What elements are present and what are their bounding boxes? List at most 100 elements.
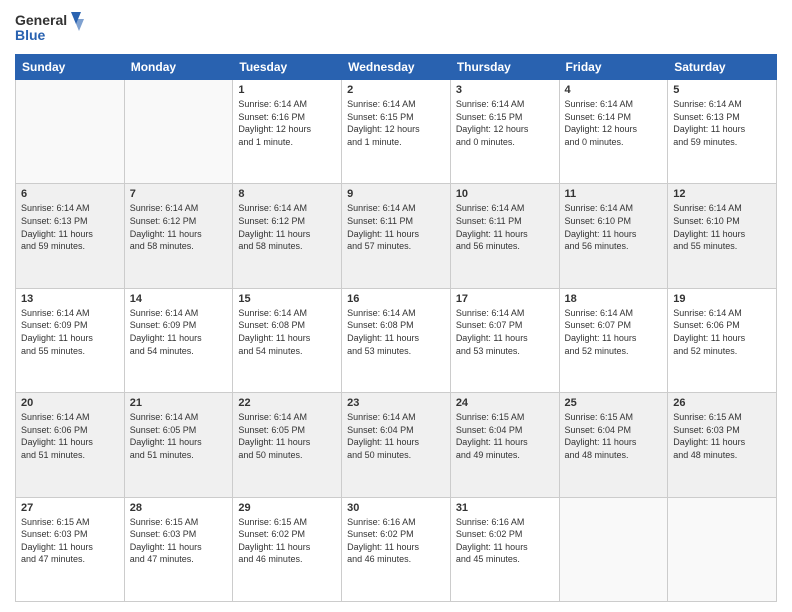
day-number: 3: [456, 84, 554, 96]
day-info: Sunrise: 6:14 AM Sunset: 6:08 PM Dayligh…: [347, 307, 445, 357]
day-header-saturday: Saturday: [668, 55, 777, 80]
day-info: Sunrise: 6:15 AM Sunset: 6:02 PM Dayligh…: [238, 516, 336, 566]
day-info: Sunrise: 6:14 AM Sunset: 6:07 PM Dayligh…: [565, 307, 663, 357]
day-info: Sunrise: 6:14 AM Sunset: 6:13 PM Dayligh…: [673, 98, 771, 148]
day-number: 2: [347, 84, 445, 96]
logo: General Blue: [15, 10, 85, 48]
day-info: Sunrise: 6:14 AM Sunset: 6:12 PM Dayligh…: [130, 202, 228, 252]
calendar-cell: 7 Sunrise: 6:14 AM Sunset: 6:12 PM Daylig…: [124, 184, 233, 288]
calendar-cell: 26Sunrise: 6:15 AM Sunset: 6:03 PM Dayli…: [668, 393, 777, 497]
day-info: Sunrise: 6:14 AM Sunset: 6:05 PM Dayligh…: [238, 411, 336, 461]
day-number: 16: [347, 293, 445, 305]
day-number: 31: [456, 502, 554, 514]
calendar-cell: 5Sunrise: 6:14 AM Sunset: 6:13 PM Daylig…: [668, 80, 777, 184]
calendar-cell: 8Sunrise: 6:14 AM Sunset: 6:12 PM Daylig…: [233, 184, 342, 288]
logo-svg: General Blue: [15, 10, 85, 48]
day-number: 18: [565, 293, 663, 305]
day-number: 13: [21, 293, 119, 305]
day-info: Sunrise: 6:15 AM Sunset: 6:03 PM Dayligh…: [673, 411, 771, 461]
day-header-thursday: Thursday: [450, 55, 559, 80]
calendar-cell: [124, 80, 233, 184]
calendar-cell: 31Sunrise: 6:16 AM Sunset: 6:02 PM Dayli…: [450, 497, 559, 601]
day-number: 10: [456, 188, 554, 200]
day-info: Sunrise: 6:15 AM Sunset: 6:04 PM Dayligh…: [456, 411, 554, 461]
svg-text:General: General: [15, 12, 67, 28]
calendar-header-row: SundayMondayTuesdayWednesdayThursdayFrid…: [16, 55, 777, 80]
calendar-cell: 17 Sunrise: 6:14 AM Sunset: 6:07 PM Dayli…: [450, 288, 559, 392]
day-number: 28: [130, 502, 228, 514]
calendar-cell: 21 Sunrise: 6:14 AM Sunset: 6:05 PM Dayli…: [124, 393, 233, 497]
day-info: Sunrise: 6:14 AM Sunset: 6:07 PM Dayligh…: [456, 307, 554, 357]
day-number: 4: [565, 84, 663, 96]
calendar-week-row: 27Sunrise: 6:15 AM Sunset: 6:03 PM Dayli…: [16, 497, 777, 601]
day-info: Sunrise: 6:14 AM Sunset: 6:08 PM Dayligh…: [238, 307, 336, 357]
day-number: 21: [130, 397, 228, 409]
day-number: 25: [565, 397, 663, 409]
day-info: Sunrise: 6:14 AM Sunset: 6:10 PM Dayligh…: [673, 202, 771, 252]
calendar-cell: 25 Sunrise: 6:15 AM Sunset: 6:04 PM Dayli…: [559, 393, 668, 497]
day-info: Sunrise: 6:14 AM Sunset: 6:15 PM Dayligh…: [456, 98, 554, 148]
day-number: 23: [347, 397, 445, 409]
day-number: 12: [673, 188, 771, 200]
day-number: 15: [238, 293, 336, 305]
day-info: Sunrise: 6:14 AM Sunset: 6:15 PM Dayligh…: [347, 98, 445, 148]
calendar-week-row: 13 Sunrise: 6:14 AM Sunset: 6:09 PM Dayli…: [16, 288, 777, 392]
day-info: Sunrise: 6:16 AM Sunset: 6:02 PM Dayligh…: [347, 516, 445, 566]
calendar-cell: 15 Sunrise: 6:14 AM Sunset: 6:08 PM Dayli…: [233, 288, 342, 392]
day-info: Sunrise: 6:14 AM Sunset: 6:16 PM Dayligh…: [238, 98, 336, 148]
calendar-cell: 10Sunrise: 6:14 AM Sunset: 6:11 PM Dayli…: [450, 184, 559, 288]
day-number: 29: [238, 502, 336, 514]
day-number: 1: [238, 84, 336, 96]
day-header-wednesday: Wednesday: [342, 55, 451, 80]
calendar-week-row: 20 Sunrise: 6:14 AM Sunset: 6:06 PM Dayli…: [16, 393, 777, 497]
day-header-tuesday: Tuesday: [233, 55, 342, 80]
calendar-cell: 22 Sunrise: 6:14 AM Sunset: 6:05 PM Dayli…: [233, 393, 342, 497]
calendar-cell: [559, 497, 668, 601]
day-header-monday: Monday: [124, 55, 233, 80]
calendar-cell: [668, 497, 777, 601]
calendar-cell: 27Sunrise: 6:15 AM Sunset: 6:03 PM Dayli…: [16, 497, 125, 601]
day-number: 30: [347, 502, 445, 514]
calendar-cell: 16 Sunrise: 6:14 AM Sunset: 6:08 PM Dayli…: [342, 288, 451, 392]
day-header-sunday: Sunday: [16, 55, 125, 80]
calendar-cell: 23 Sunrise: 6:14 AM Sunset: 6:04 PM Dayli…: [342, 393, 451, 497]
svg-text:Blue: Blue: [15, 27, 46, 43]
day-number: 9: [347, 188, 445, 200]
day-info: Sunrise: 6:14 AM Sunset: 6:13 PM Dayligh…: [21, 202, 119, 252]
day-info: Sunrise: 6:14 AM Sunset: 6:11 PM Dayligh…: [347, 202, 445, 252]
calendar-cell: 14 Sunrise: 6:14 AM Sunset: 6:09 PM Dayli…: [124, 288, 233, 392]
calendar-cell: 6 Sunrise: 6:14 AM Sunset: 6:13 PM Daylig…: [16, 184, 125, 288]
calendar-cell: 20 Sunrise: 6:14 AM Sunset: 6:06 PM Dayli…: [16, 393, 125, 497]
calendar-cell: 30 Sunrise: 6:16 AM Sunset: 6:02 PM Dayli…: [342, 497, 451, 601]
calendar-cell: 3 Sunrise: 6:14 AM Sunset: 6:15 PM Daylig…: [450, 80, 559, 184]
calendar-cell: 4 Sunrise: 6:14 AM Sunset: 6:14 PM Daylig…: [559, 80, 668, 184]
day-number: 20: [21, 397, 119, 409]
calendar-cell: 28Sunrise: 6:15 AM Sunset: 6:03 PM Dayli…: [124, 497, 233, 601]
calendar-cell: 12 Sunrise: 6:14 AM Sunset: 6:10 PM Dayli…: [668, 184, 777, 288]
day-info: Sunrise: 6:14 AM Sunset: 6:09 PM Dayligh…: [21, 307, 119, 357]
day-number: 19: [673, 293, 771, 305]
day-header-friday: Friday: [559, 55, 668, 80]
day-info: Sunrise: 6:14 AM Sunset: 6:05 PM Dayligh…: [130, 411, 228, 461]
calendar-cell: 18 Sunrise: 6:14 AM Sunset: 6:07 PM Dayli…: [559, 288, 668, 392]
day-number: 14: [130, 293, 228, 305]
day-number: 8: [238, 188, 336, 200]
day-info: Sunrise: 6:14 AM Sunset: 6:06 PM Dayligh…: [673, 307, 771, 357]
day-number: 22: [238, 397, 336, 409]
day-info: Sunrise: 6:14 AM Sunset: 6:09 PM Dayligh…: [130, 307, 228, 357]
calendar-cell: 11Sunrise: 6:14 AM Sunset: 6:10 PM Dayli…: [559, 184, 668, 288]
day-info: Sunrise: 6:14 AM Sunset: 6:06 PM Dayligh…: [21, 411, 119, 461]
calendar-cell: 2 Sunrise: 6:14 AM Sunset: 6:15 PM Daylig…: [342, 80, 451, 184]
day-number: 17: [456, 293, 554, 305]
day-number: 27: [21, 502, 119, 514]
calendar-table: SundayMondayTuesdayWednesdayThursdayFrid…: [15, 54, 777, 602]
calendar-week-row: 6 Sunrise: 6:14 AM Sunset: 6:13 PM Daylig…: [16, 184, 777, 288]
header: General Blue: [15, 10, 777, 48]
day-number: 6: [21, 188, 119, 200]
day-number: 7: [130, 188, 228, 200]
day-info: Sunrise: 6:14 AM Sunset: 6:14 PM Dayligh…: [565, 98, 663, 148]
calendar-cell: 19 Sunrise: 6:14 AM Sunset: 6:06 PM Dayli…: [668, 288, 777, 392]
page: General Blue SundayMondayTuesdayWednesda…: [0, 0, 792, 612]
day-info: Sunrise: 6:14 AM Sunset: 6:04 PM Dayligh…: [347, 411, 445, 461]
day-info: Sunrise: 6:15 AM Sunset: 6:04 PM Dayligh…: [565, 411, 663, 461]
